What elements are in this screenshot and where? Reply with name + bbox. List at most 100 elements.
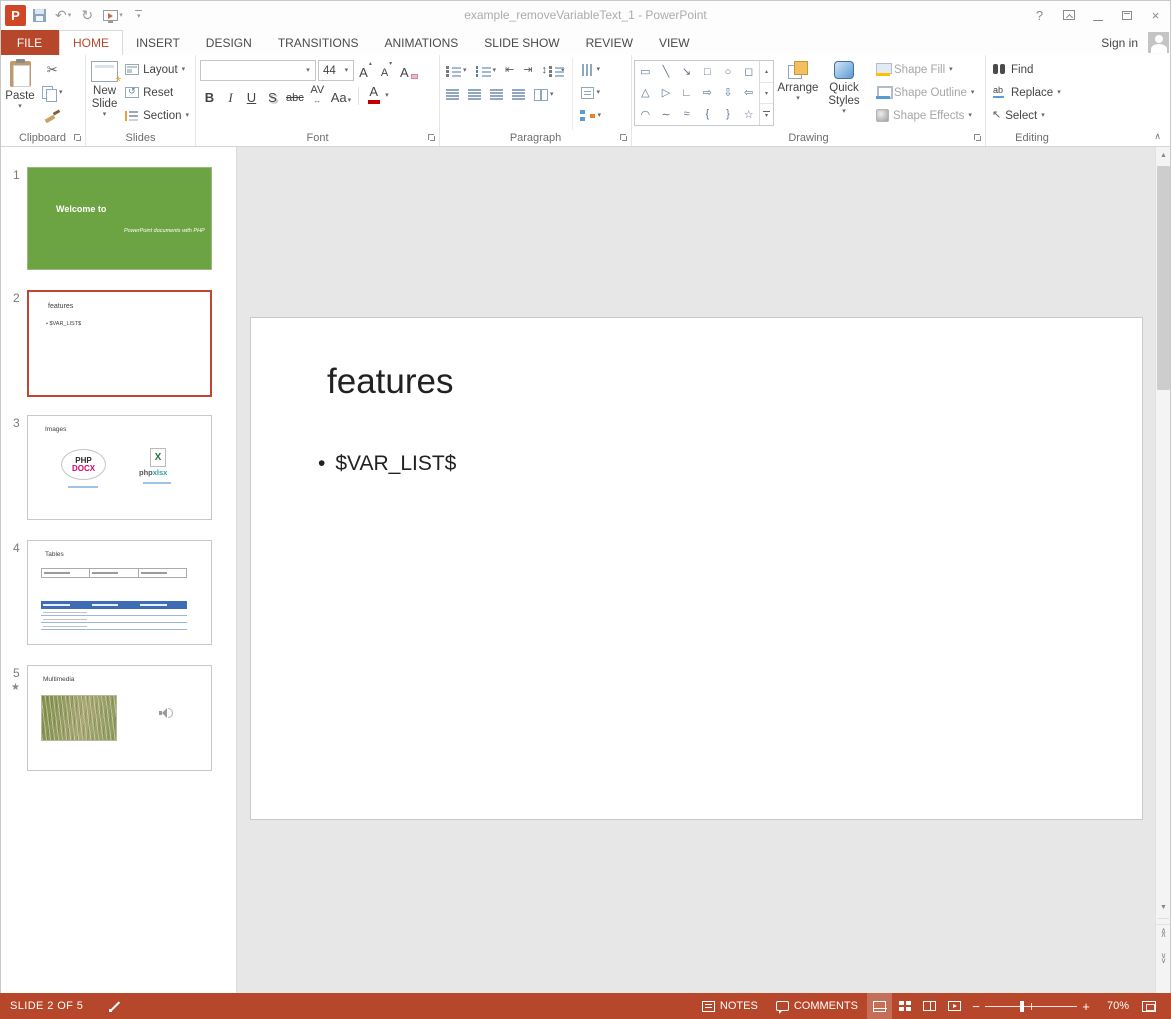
slide-3-thumbnail[interactable]: Images PHP DOCX X phpxlsx [27, 415, 212, 520]
drawing-dialog-launcher[interactable] [972, 132, 983, 143]
align-text-button[interactable]: ▾ [576, 81, 605, 104]
font-color-button[interactable]: A [364, 85, 383, 106]
shape-option[interactable]: □ [697, 61, 718, 82]
align-center-button[interactable] [464, 83, 485, 106]
previous-slide-button[interactable]: ∧ ∧ [1156, 924, 1171, 941]
slide-body-textbox[interactable]: • $VAR_LIST$ [318, 452, 456, 476]
shapes-scroll-down-button[interactable]: ▾ [760, 83, 773, 105]
shape-option[interactable]: ⇨ [697, 82, 718, 103]
character-spacing-button[interactable]: AV ↔ [308, 84, 327, 106]
clear-formatting-button[interactable]: A [398, 60, 420, 81]
reset-button[interactable]: Reset [121, 81, 193, 104]
tab-view[interactable]: VIEW [646, 30, 703, 55]
paragraph-dialog-launcher[interactable] [618, 132, 629, 143]
shape-fill-button[interactable]: Shape Fill ▾ [872, 58, 978, 81]
slide-4-thumbnail[interactable]: Tables [27, 540, 212, 645]
minimize-button[interactable] [1083, 1, 1112, 29]
shape-option[interactable]: ☆ [738, 104, 759, 125]
ribbon-display-options-button[interactable] [1054, 1, 1083, 29]
scrollbar-thumb[interactable] [1157, 166, 1170, 390]
zoom-slider[interactable] [985, 993, 1077, 1019]
bold-button[interactable]: B [200, 85, 219, 106]
tab-design[interactable]: DESIGN [193, 30, 265, 55]
arrange-button[interactable]: Arrange ▾ [774, 58, 822, 130]
text-shadow-button[interactable]: S [263, 85, 282, 106]
clipboard-dialog-launcher[interactable] [72, 132, 83, 143]
shape-option[interactable]: { [697, 104, 718, 125]
tab-animations[interactable]: ANIMATIONS [371, 30, 471, 55]
scroll-up-button[interactable]: ▲ [1156, 147, 1171, 164]
text-direction-button[interactable]: ▾ [576, 58, 605, 81]
section-button[interactable]: Section ▾ [121, 104, 193, 127]
shapes-more-button[interactable]: ▾ [760, 104, 773, 125]
convert-to-smartart-button[interactable]: ▾ [576, 104, 605, 127]
normal-view-button[interactable] [867, 993, 892, 1019]
shape-option[interactable]: ⇩ [718, 82, 739, 103]
zoom-out-button[interactable]: − [967, 993, 985, 1019]
copy-button[interactable]: ▾ [38, 81, 67, 104]
columns-button[interactable]: ▾ [530, 83, 558, 106]
zoom-percentage[interactable]: 70% [1095, 1000, 1133, 1012]
paste-button[interactable]: Paste ▾ [2, 58, 38, 130]
increase-indent-button[interactable]: ⇥ [519, 59, 536, 82]
shape-option[interactable]: ╲ [656, 61, 677, 82]
italic-button[interactable]: I [221, 85, 240, 106]
redo-button[interactable]: ↻ [76, 4, 98, 26]
format-painter-button[interactable] [38, 104, 67, 127]
next-slide-button[interactable]: ∨ ∨ [1156, 950, 1171, 967]
grow-font-button[interactable]: A ▴ [356, 60, 375, 81]
layout-button[interactable]: Layout ▾ [121, 58, 193, 81]
shape-option[interactable]: ≈ [676, 104, 697, 125]
slide-sorter-view-button[interactable] [892, 993, 917, 1019]
font-dialog-launcher[interactable] [426, 132, 437, 143]
shape-option[interactable]: ◻ [738, 61, 759, 82]
new-slide-button[interactable]: New Slide ▾ [88, 58, 121, 130]
zoom-in-button[interactable]: + [1077, 993, 1095, 1019]
tab-transitions[interactable]: TRANSITIONS [265, 30, 372, 55]
underline-button[interactable]: U [242, 85, 261, 106]
bullets-button[interactable]: ▾ [442, 59, 471, 82]
shape-option[interactable]: ◠ [635, 104, 656, 125]
sign-in-link[interactable]: Sign in [1101, 36, 1138, 50]
cut-button[interactable]: ✂ [38, 58, 67, 81]
maximize-button[interactable] [1112, 1, 1141, 29]
shape-option[interactable]: ▷ [656, 82, 677, 103]
start-slideshow-button[interactable]: ▾ [100, 4, 126, 26]
quick-styles-button[interactable]: Quick Styles ▾ [822, 58, 866, 130]
tab-insert[interactable]: INSERT [123, 30, 193, 55]
tab-slide-show[interactable]: SLIDE SHOW [471, 30, 572, 55]
decrease-indent-button[interactable]: ⇤ [501, 59, 518, 82]
tab-review[interactable]: REVIEW [573, 30, 646, 55]
help-button[interactable]: ? [1025, 1, 1054, 29]
scroll-down-button[interactable]: ▼ [1156, 899, 1171, 916]
align-right-button[interactable] [486, 83, 507, 106]
slide-canvas[interactable]: features • $VAR_LIST$ [250, 317, 1143, 820]
notes-toggle-button[interactable]: NOTES [693, 993, 767, 1019]
numbering-button[interactable]: ▾ [472, 59, 501, 82]
slide-editor-area[interactable]: features • $VAR_LIST$ [237, 147, 1155, 993]
customize-qat-button[interactable]: ▾ [128, 4, 150, 26]
shape-outline-button[interactable]: Shape Outline ▾ [872, 81, 978, 104]
change-case-button[interactable]: Aa ▾ [329, 85, 353, 106]
save-button[interactable] [28, 4, 50, 26]
slide-title-textbox[interactable]: features [327, 362, 453, 402]
shape-option[interactable]: ↘ [676, 61, 697, 82]
fit-slide-button[interactable] [1133, 993, 1165, 1019]
font-name-combo[interactable]: ▾ [200, 60, 316, 81]
shape-option[interactable]: ▭ [635, 61, 656, 82]
shape-effects-button[interactable]: Shape Effects ▾ [872, 104, 978, 127]
shape-option[interactable]: } [718, 104, 739, 125]
slide-2-thumbnail[interactable]: features • $VAR_LIST$ [27, 290, 212, 397]
zoom-slider-thumb[interactable] [1019, 1001, 1024, 1012]
undo-button[interactable]: ↶ ▾ [52, 4, 74, 26]
select-button[interactable]: ↖ Select ▾ [988, 104, 1076, 127]
slide-1-thumbnail[interactable]: Welcome to PowerPoint documents with PHP [27, 167, 212, 270]
slide-show-view-button[interactable] [942, 993, 967, 1019]
reading-view-button[interactable] [917, 993, 942, 1019]
align-left-button[interactable] [442, 83, 463, 106]
justify-button[interactable] [508, 83, 529, 106]
line-spacing-button[interactable]: ↕ ▾ [537, 59, 568, 82]
powerpoint-app-icon[interactable]: P [5, 4, 26, 26]
comments-toggle-button[interactable]: COMMENTS [767, 993, 867, 1019]
tab-home[interactable]: HOME [59, 30, 123, 55]
